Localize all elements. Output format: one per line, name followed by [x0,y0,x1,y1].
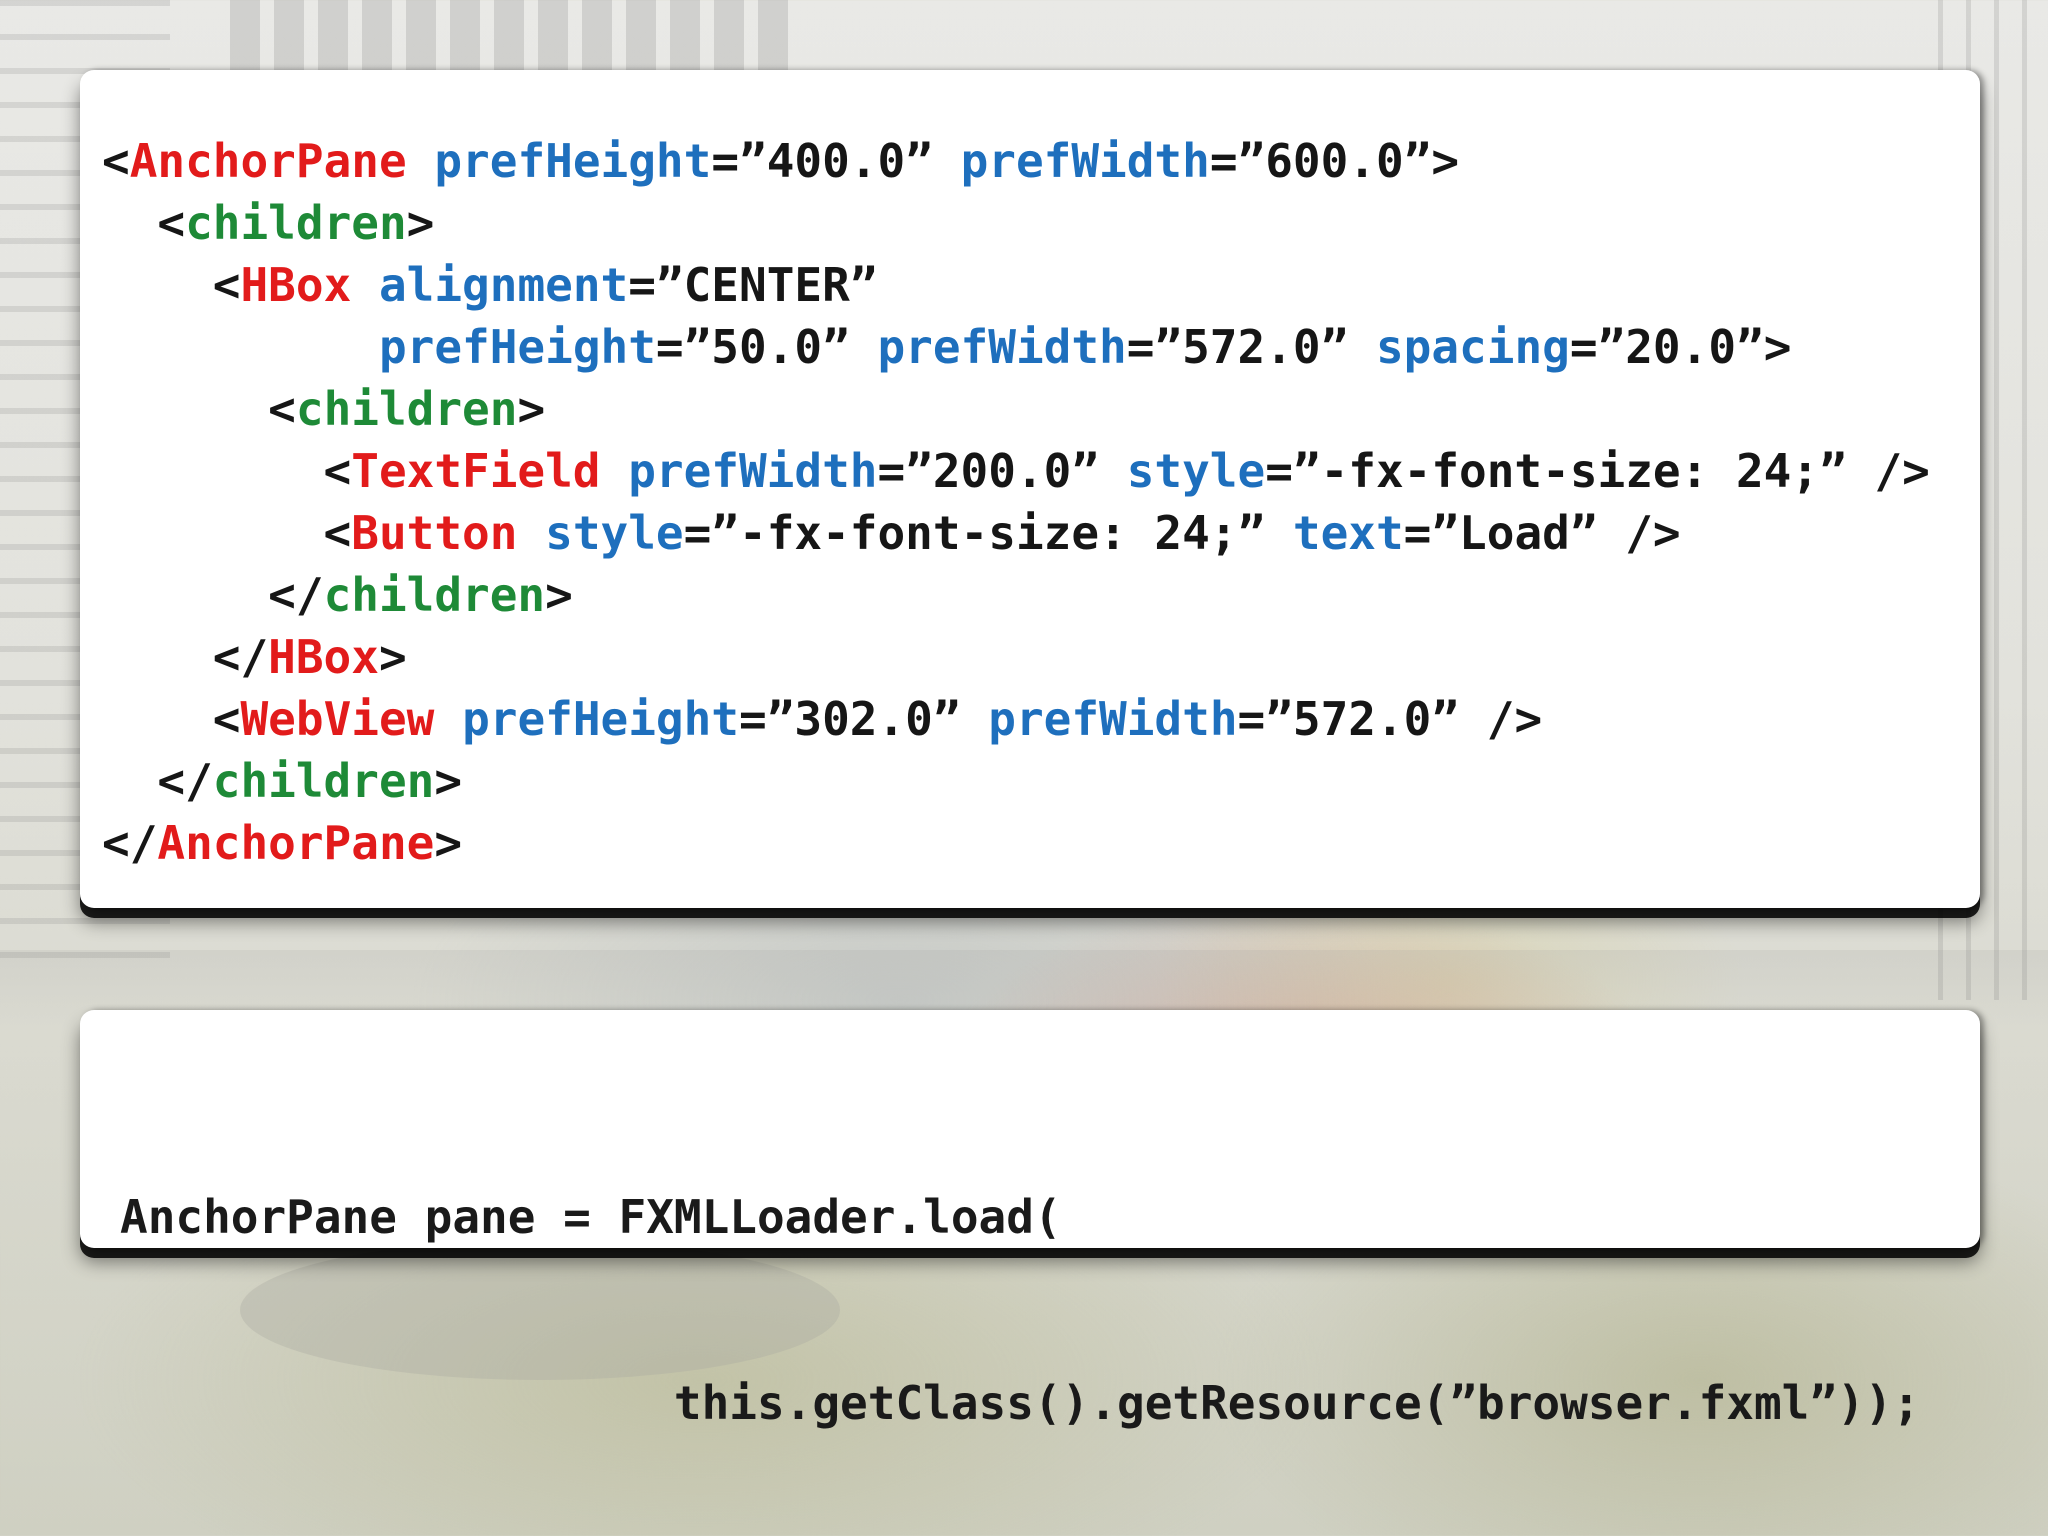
code-token-punct: </ [102,816,158,870]
code-token-val: =”572.0” [1126,320,1376,374]
code-token-punct: > [434,816,463,870]
code-token-tag: WebView [240,692,435,746]
fxml-code-line: </children> [102,564,1980,626]
code-token-punct: > [406,196,435,250]
code-token-punct: < [102,444,352,498]
code-token-val: =”600.0”> [1209,134,1460,188]
fxml-code-line: <Button style=”-fx-font-size: 24;” text=… [102,502,1980,564]
fxml-code-block: <AnchorPane prefHeight=”400.0” prefWidth… [102,130,1980,874]
java-code-panel: AnchorPane pane = FXMLLoader.load( this.… [80,1010,1980,1430]
code-token-punct: < [102,692,241,746]
code-token-punct: < [102,506,352,560]
code-token-tag: AnchorPane [157,816,435,870]
code-token-attr: prefHeight [434,134,712,188]
code-token-val: =”-fx-font-size: 24;” /> [1265,444,1930,498]
code-token-punct: < [102,134,130,188]
fxml-code-line: <HBox alignment=”CENTER” [102,254,1980,316]
fxml-code-line: <WebView prefHeight=”302.0” prefWidth=”5… [102,688,1980,750]
fxml-code-line: </children> [102,750,1980,812]
code-token-punct: < [102,382,296,436]
code-token-attr: prefWidth [960,134,1210,188]
code-token-punct: </ [102,754,213,808]
fxml-code-line: <children> [102,192,1980,254]
code-token-punct: < [102,196,186,250]
code-token-punct [517,506,545,560]
fxml-code-line: <children> [102,378,1980,440]
java-code-line-2: this.getClass().getResource(”browser.fxm… [120,1376,1921,1430]
code-token-punct: > [378,630,407,684]
code-token-val: =”400.0” [711,134,961,188]
code-token-punct [102,320,379,374]
code-token-attr: text [1292,506,1404,560]
fxml-code-panel: <AnchorPane prefHeight=”400.0” prefWidth… [80,70,1980,908]
code-token-child: children [295,382,518,436]
code-token-attr: alignment [378,258,629,312]
code-token-tag: AnchorPane [129,134,407,188]
java-code-block: AnchorPane pane = FXMLLoader.load( this.… [120,1062,1980,1536]
code-token-punct: </ [102,568,324,622]
fxml-code-line: <TextField prefWidth=”200.0” style=”-fx-… [102,440,1980,502]
code-token-punct: > [545,568,573,622]
code-token-val: =”302.0” [739,692,989,746]
code-token-attr: prefHeight [462,692,740,746]
code-token-val: =”572.0” /> [1237,692,1543,746]
code-token-val: =”CENTER” [628,258,878,312]
code-token-punct [351,258,379,312]
code-token-attr: style [1126,444,1266,498]
code-token-tag: Button [351,506,518,560]
code-token-punct: </ [102,630,269,684]
code-token-tag: HBox [268,630,379,684]
java-code-line-1: AnchorPane pane = FXMLLoader.load( [120,1190,1062,1244]
code-token-val: =”Load” /> [1403,506,1681,560]
code-token-punct [601,444,629,498]
code-token-tag: HBox [240,258,352,312]
code-token-val: =”200.0” [877,444,1127,498]
code-token-attr: prefWidth [988,692,1238,746]
code-token-val: =”-fx-font-size: 24;” [683,506,1293,560]
code-token-punct: > [434,754,463,808]
fxml-code-line: </AnchorPane> [102,812,1980,874]
code-token-punct: > [517,382,546,436]
fxml-code-line: prefHeight=”50.0” prefWidth=”572.0” spac… [102,316,1980,378]
code-token-punct [407,134,435,188]
code-token-child: children [212,754,435,808]
code-token-attr: spacing [1375,320,1570,374]
code-token-punct [434,692,462,746]
code-token-punct: < [102,258,241,312]
code-token-attr: prefWidth [628,444,878,498]
code-token-child: children [185,196,407,250]
fxml-code-line: <AnchorPane prefHeight=”400.0” prefWidth… [102,130,1980,192]
code-token-val: =”50.0” [655,320,878,374]
code-token-child: children [323,568,546,622]
fxml-code-line: </HBox> [102,626,1980,688]
background-building-top [230,0,790,70]
code-token-val: =”20.0”> [1569,320,1792,374]
code-token-attr: prefWidth [877,320,1127,374]
code-token-tag: TextField [351,444,601,498]
code-token-attr: prefHeight [378,320,656,374]
code-token-attr: style [545,506,684,560]
